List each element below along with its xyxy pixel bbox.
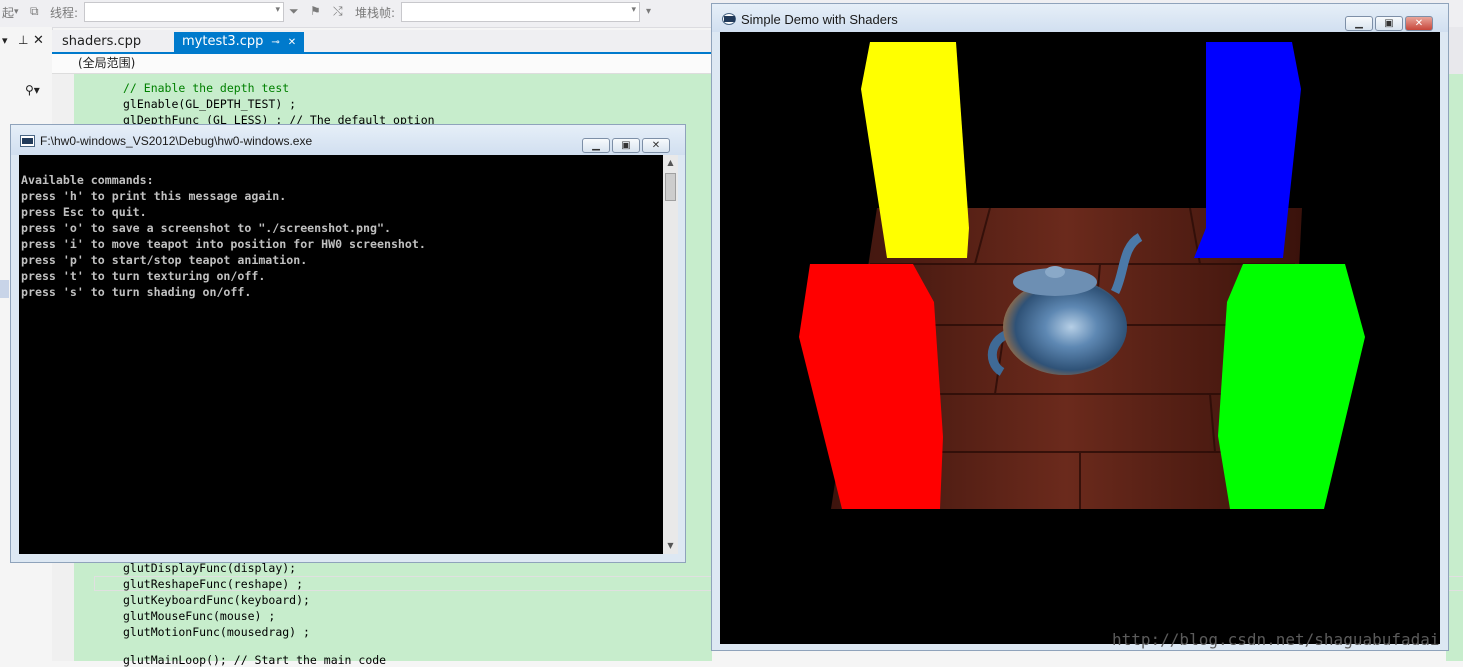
stackframe-label: 堆栈帧:	[355, 6, 396, 20]
console-output[interactable]: Available commands: press 'h' to print th…	[19, 155, 663, 554]
process-icon[interactable]: ⧉	[30, 4, 39, 19]
close-icon[interactable]: ✕	[288, 37, 296, 48]
console-line: press 'p' to start/stop teapot animation…	[21, 253, 308, 267]
minimize-button[interactable]: ▁	[582, 138, 610, 153]
maximize-button[interactable]: ▣	[1375, 16, 1403, 31]
close-button[interactable]: ✕	[1405, 16, 1433, 31]
console-line: press Esc to quit.	[21, 205, 147, 219]
code-line: glutMotionFunc(mousedrag) ;	[123, 625, 310, 639]
maximize-icon: ▣	[1384, 18, 1394, 29]
code-line: glutMainLoop(); // Start the main code	[123, 653, 387, 667]
close-button[interactable]: ✕	[642, 138, 670, 153]
gl-render-canvas[interactable]	[720, 32, 1440, 644]
close-icon: ✕	[651, 140, 661, 151]
console-line: press 'i' to move teapot into position f…	[21, 237, 426, 251]
code-line: glutReshapeFunc(reshape) ;	[123, 577, 304, 591]
minimize-icon: ▁	[592, 140, 600, 151]
gl-title: Simple Demo with Shaders	[741, 12, 898, 27]
scene-render	[799, 42, 1365, 510]
editor-tab-strip: shaders.cpp mytest3.cpp ⊸ ✕	[52, 30, 712, 54]
code-line: glutDisplayFunc(display);	[123, 561, 297, 575]
search-icon[interactable]: ⚲▾	[25, 83, 40, 97]
dropdown-arrow-icon[interactable]: ▾	[2, 34, 8, 47]
thread-combobox[interactable]: ▾	[84, 2, 284, 22]
flag-icon[interactable]: ⚑	[310, 4, 321, 18]
console-titlebar[interactable]: F:\hw0-windows_VS2012\Debug\hw0-windows.…	[11, 125, 685, 155]
scroll-up-icon[interactable]: ▲	[663, 155, 678, 171]
selected-item-marker	[0, 280, 9, 298]
dropdown-arrow-icon[interactable]: ▾	[14, 7, 19, 17]
tab-mytest3-cpp[interactable]: mytest3.cpp ⊸ ✕	[174, 32, 305, 52]
gl-titlebar[interactable]: Simple Demo with Shaders ▁ ▣ ✕	[712, 4, 1448, 32]
tab-label: shaders.cpp	[62, 34, 142, 49]
close-icon: ✕	[1414, 18, 1424, 29]
scope-dropdown[interactable]: (全局范围)	[52, 54, 712, 74]
tab-shaders-cpp[interactable]: shaders.cpp	[54, 32, 149, 52]
console-line: press 's' to turn shading on/off.	[21, 285, 252, 299]
gl-window[interactable]: Simple Demo with Shaders ▁ ▣ ✕	[711, 3, 1449, 651]
console-line: press 'o' to save a screenshot to "./scr…	[21, 221, 391, 235]
code-line: glutMouseFunc(mouse) ;	[123, 609, 276, 623]
chevron-down-icon: ▾	[275, 5, 280, 15]
scroll-down-icon[interactable]: ▼	[663, 538, 678, 554]
code-line: // Enable the depth test	[123, 81, 290, 95]
chevron-down-icon: ▾	[631, 5, 636, 15]
thread-label: 线程:	[50, 6, 79, 20]
pin-icon[interactable]: ⊸	[271, 37, 279, 48]
pin-icon[interactable]: ⊥	[18, 33, 28, 47]
red-pillar	[799, 264, 943, 509]
minimize-icon: ▁	[1355, 18, 1363, 29]
console-text-block: Available commands: press 'h' to print th…	[21, 172, 426, 300]
green-pillar	[1218, 264, 1365, 509]
toolbar-item[interactable]: 起	[2, 4, 14, 21]
console-scrollbar[interactable]: ▲ ▼	[663, 155, 678, 554]
maximize-icon: ▣	[621, 140, 631, 151]
stackframe-combobox[interactable]: ▾	[401, 2, 640, 22]
console-window[interactable]: F:\hw0-windows_VS2012\Debug\hw0-windows.…	[10, 124, 686, 563]
glut-app-icon[interactable]	[722, 13, 736, 25]
blue-pillar	[1194, 42, 1301, 258]
console-line: Available commands:	[21, 173, 154, 187]
toolbar-overflow-icon[interactable]: ▾	[646, 6, 651, 17]
scope-label: (全局范围)	[78, 56, 136, 70]
maximize-button[interactable]: ▣	[612, 138, 640, 153]
scroll-thumb[interactable]	[665, 173, 676, 201]
console-title: F:\hw0-windows_VS2012\Debug\hw0-windows.…	[40, 134, 313, 148]
code-line: glutKeyboardFunc(keyboard);	[123, 593, 310, 607]
close-icon[interactable]: ✕	[33, 33, 44, 48]
watermark-text: http://blog.csdn.net/shaguabufadai	[1112, 630, 1440, 649]
console-line: press 'h' to print this message again.	[21, 189, 287, 203]
stack-switch-icon[interactable]: ⤭	[333, 4, 343, 19]
minimize-button[interactable]: ▁	[1345, 16, 1373, 31]
tab-label: mytest3.cpp	[182, 34, 264, 49]
code-line: glEnable(GL_DEPTH_TEST) ;	[123, 97, 297, 111]
console-app-icon[interactable]	[20, 135, 35, 147]
console-line: press 't' to turn texturing on/off.	[21, 269, 266, 283]
filter-icon[interactable]: ⏷	[289, 4, 299, 19]
